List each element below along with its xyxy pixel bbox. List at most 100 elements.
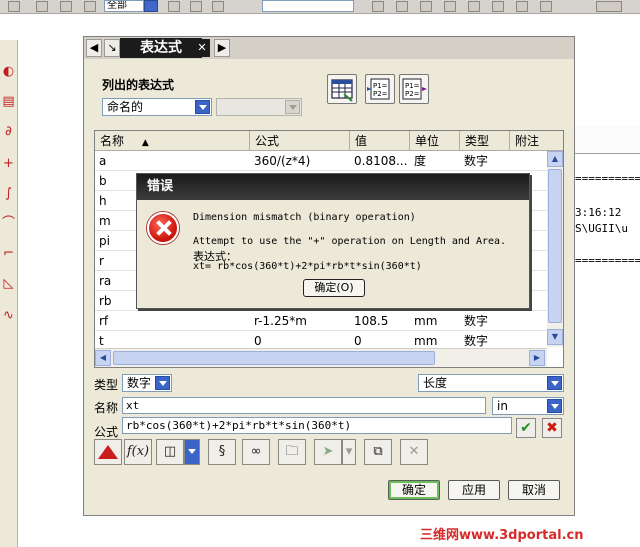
chain-icon[interactable]: ∞ xyxy=(242,439,270,465)
toolbar-icon[interactable] xyxy=(396,1,408,12)
arrow-right-icon[interactable]: ▶ xyxy=(214,39,230,57)
toolbar-icon[interactable] xyxy=(8,1,20,12)
link-icon[interactable]: § xyxy=(208,439,236,465)
row-type: 数字 xyxy=(464,314,489,328)
cube-icon[interactable] xyxy=(190,1,202,12)
dimension-value: 长度 xyxy=(423,376,448,390)
chamfer-icon[interactable]: ◺ xyxy=(1,276,16,291)
toolbar-icon[interactable] xyxy=(516,1,528,12)
column-header-name[interactable]: 名称 ▲ xyxy=(95,131,250,151)
row-name: a xyxy=(99,154,107,168)
function-button[interactable]: f(x) xyxy=(124,439,152,465)
p1-p2-export-icon: P1= P2= xyxy=(402,78,427,100)
close-icon[interactable]: ✕ xyxy=(194,39,210,57)
curve-icon[interactable]: ∂ xyxy=(1,124,16,139)
cancel-button[interactable]: 取消 xyxy=(508,480,560,500)
toolbar-icon[interactable] xyxy=(168,1,180,12)
toolbar-icon[interactable] xyxy=(468,1,480,12)
chevron-down-icon[interactable] xyxy=(195,100,210,114)
line-icon[interactable]: + xyxy=(1,156,16,171)
listing-window-header xyxy=(567,126,640,154)
toolbar-icon[interactable] xyxy=(420,1,432,12)
chevron-down-icon[interactable] xyxy=(547,376,562,390)
window-link-icon[interactable]: ⧉ xyxy=(364,439,392,465)
table-row[interactable]: a 360/(z*4) 0.8108... 度 数字 xyxy=(95,151,547,171)
list-group-label: 列出的表达式 xyxy=(102,78,175,92)
left-toolbar: ◐ ▤ ∂ + ∫ ⌒ ⌐ ◺ ∿ xyxy=(0,40,18,547)
import-expressions-button[interactable]: P1= P2= xyxy=(365,74,395,104)
secondary-filter-combo xyxy=(216,98,302,116)
vertical-scrollbar[interactable]: ▲ ▼ xyxy=(547,151,563,347)
scroll-right-icon[interactable]: ▶ xyxy=(529,350,545,366)
arc-icon[interactable]: ∫ xyxy=(1,186,16,201)
error-title: 错误 xyxy=(137,174,529,200)
selection-combo[interactable] xyxy=(262,0,354,12)
row-type: 数字 xyxy=(464,154,489,168)
filter-dropdown-button[interactable] xyxy=(144,0,158,12)
apply-button[interactable]: 应用 xyxy=(448,480,500,500)
row-formula: r-1.25*m xyxy=(254,314,307,328)
error-icon xyxy=(147,212,179,244)
toolbar-icon[interactable] xyxy=(540,1,552,12)
export-expressions-button[interactable]: P1= P2= xyxy=(399,74,429,104)
column-header-note[interactable]: 附注 xyxy=(510,131,563,151)
scroll-left-icon[interactable]: ◀ xyxy=(95,350,111,366)
toolbar-icon[interactable] xyxy=(444,1,456,12)
vertical-scroll-thumb[interactable] xyxy=(548,169,562,323)
scroll-down-icon[interactable]: ▼ xyxy=(547,329,563,345)
horizontal-scrollbar[interactable]: ◀ ▶ xyxy=(95,348,547,367)
measure-dropdown-icon[interactable] xyxy=(184,439,200,465)
folder-open-icon[interactable]: 🗀 xyxy=(278,439,306,465)
unit-value: in xyxy=(497,399,508,413)
toolbar-icon[interactable] xyxy=(212,1,224,12)
formula-input[interactable]: rb*cos(360*t)+2*pi*rb*t*sin(360*t) xyxy=(122,417,512,434)
type-combo[interactable]: 数字 xyxy=(122,374,172,392)
unit-combo[interactable]: in xyxy=(492,397,564,415)
error-ok-button[interactable]: 确定(O) xyxy=(303,279,365,297)
horizontal-scroll-thumb[interactable] xyxy=(113,351,435,365)
chevron-down-icon[interactable] xyxy=(547,399,562,413)
scroll-up-icon[interactable]: ▲ xyxy=(547,151,563,167)
toolbar-icon[interactable] xyxy=(84,1,96,12)
toolbar-icon[interactable] xyxy=(60,1,72,12)
arrow-up-icon[interactable] xyxy=(94,439,122,465)
chevron-down-icon[interactable] xyxy=(155,376,170,390)
document-icon[interactable]: ▤ xyxy=(1,94,16,109)
spreadsheet-edit-button[interactable] xyxy=(327,74,357,104)
row-unit: mm xyxy=(414,314,438,328)
error-message-line: Dimension mismatch (binary operation) xyxy=(193,212,416,223)
listing-line: ========== xyxy=(575,172,640,185)
sketch-icon[interactable]: ◐ xyxy=(1,64,16,79)
toolbar-icon[interactable] xyxy=(372,1,384,12)
error-message-line: xt= rb*cos(360*t)+2*pi*rb*t*sin(360*t) xyxy=(193,261,422,272)
name-input[interactable]: xt xyxy=(122,397,486,414)
ok-button[interactable]: 确定 xyxy=(388,480,440,500)
toolbar-icon[interactable] xyxy=(596,1,622,12)
column-header-type[interactable]: 类型 xyxy=(460,131,510,151)
arrow-diagonal-icon[interactable]: ↘ xyxy=(104,39,120,57)
svg-text:P2=: P2= xyxy=(373,90,388,98)
list-filter-combo[interactable]: 命名的 xyxy=(102,98,212,116)
column-header-value[interactable]: 值 xyxy=(350,131,410,151)
toolbar-icon[interactable] xyxy=(492,1,504,12)
top-toolbar: 全部 xyxy=(0,0,640,14)
row-name: rf xyxy=(99,314,109,328)
dialog-title: 表达式 xyxy=(120,38,202,58)
measure-icon[interactable]: ◫ xyxy=(156,439,184,465)
corner-icon[interactable]: ⌐ xyxy=(1,246,16,261)
table-row[interactable]: rf r-1.25*m 108.5 mm 数字 xyxy=(95,311,547,331)
arrow-left-icon[interactable]: ◀ xyxy=(86,39,102,57)
spline-icon[interactable]: ∿ xyxy=(1,308,16,323)
dialog-titlebar: ◀ ↘ 表达式 ✕ ▶ xyxy=(84,37,574,59)
column-header-formula[interactable]: 公式 xyxy=(250,131,350,151)
filter-combo[interactable]: 全部 xyxy=(104,0,144,12)
delete-icon: ✕ xyxy=(400,439,428,465)
dimension-combo[interactable]: 长度 xyxy=(418,374,564,392)
type-label: 类型 xyxy=(94,378,119,392)
toolbar-icon[interactable] xyxy=(36,1,48,12)
fillet-icon[interactable]: ⌒ xyxy=(1,216,16,231)
column-header-unit[interactable]: 单位 xyxy=(410,131,460,151)
accept-check-icon[interactable]: ✔ xyxy=(516,418,536,438)
row-formula: 360/(z*4) xyxy=(254,154,311,168)
reject-x-icon[interactable]: ✖ xyxy=(542,418,562,438)
